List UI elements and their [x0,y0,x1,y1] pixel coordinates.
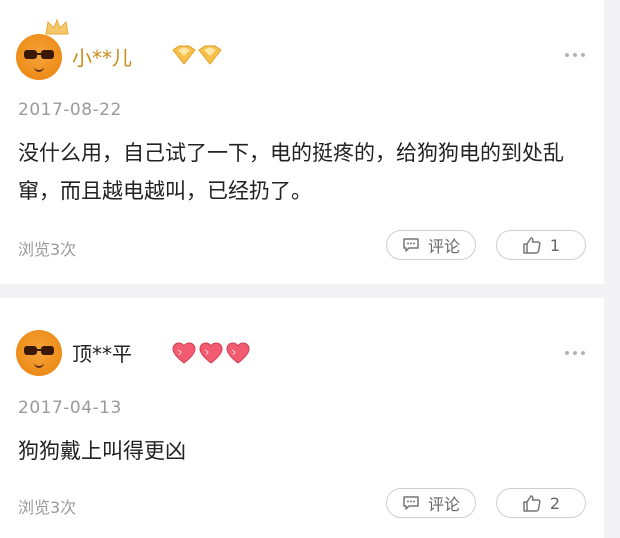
like-count: 1 [549,235,561,255]
comment-button[interactable]: 评论 [386,230,476,260]
comment-icon [403,496,419,510]
comment-date: 2017-04-13 [18,398,122,418]
sunglasses-icon [24,50,54,59]
comment-card: 顶**平 2017-04-13 狗狗戴上叫得更凶 浏览3次 评论 2 [0,298,604,538]
username[interactable]: 小**儿 [72,42,132,71]
like-button[interactable]: 1 [496,230,586,260]
user-avatar[interactable] [16,330,62,376]
username[interactable]: 顶**平 [72,338,132,367]
like-count: 2 [549,493,561,513]
comment-card: 小**儿 2017-08-22 没什么用，自己试了一下，电的挺疼的，给狗狗电的到… [0,0,604,284]
sunglasses-icon [24,346,54,355]
comment-label: 评论 [427,495,460,514]
more-options-icon[interactable] [564,350,586,356]
red-heart-icon [172,342,250,364]
thumbs-up-icon [523,495,541,512]
gold-diamond-icon [172,45,222,65]
comment-button[interactable]: 评论 [386,488,476,518]
view-count: 浏览3次 [18,498,77,517]
user-avatar[interactable] [16,34,62,80]
comment-label: 评论 [427,237,460,256]
comment-date: 2017-08-22 [18,100,122,120]
like-button[interactable]: 2 [496,488,586,518]
comment-text: 狗狗戴上叫得更凶 [18,439,186,463]
crown-icon [45,18,69,35]
comment-icon [403,238,419,252]
thumbs-up-icon [523,237,541,254]
comment-text: 没什么用，自己试了一下，电的挺疼的，给狗狗电的到处乱窜，而且越电越叫，已经扔了。 [18,141,564,203]
more-options-icon[interactable] [564,52,586,58]
view-count: 浏览3次 [18,240,77,259]
